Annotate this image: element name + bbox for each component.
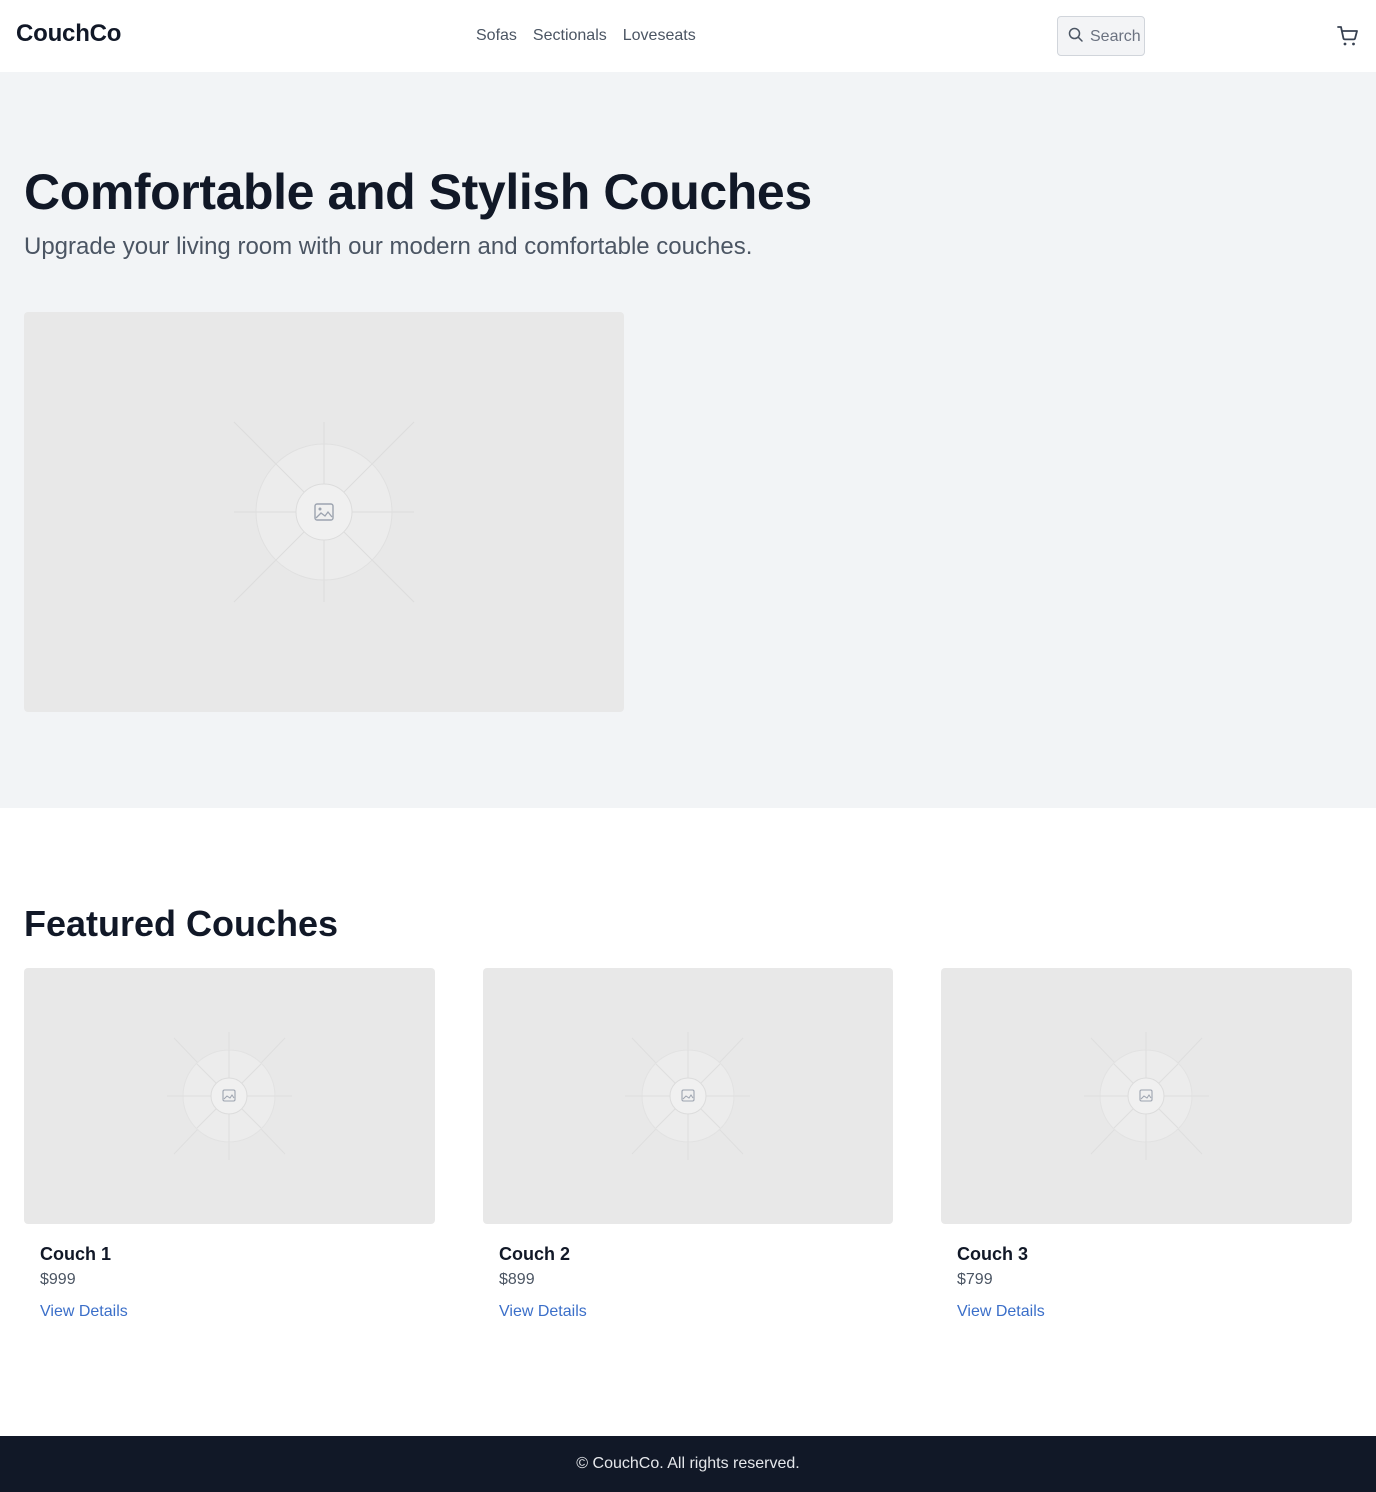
site-footer: © CouchCo. All rights reserved. <box>0 1436 1376 1492</box>
hero-section: Comfortable and Stylish Couches Upgrade … <box>0 72 1376 808</box>
product-card: Couch 1 $999 View Details <box>24 968 435 1338</box>
view-details-link[interactable]: View Details <box>40 1302 128 1322</box>
main-nav: Sofas Sectionals Loveseats <box>476 26 696 46</box>
featured-title: Featured Couches <box>24 903 339 944</box>
search-icon <box>1068 27 1084 43</box>
product-price: $999 <box>40 1271 76 1288</box>
product-name: Couch 3 <box>957 1244 1029 1264</box>
hero-title: Comfortable and Stylish Couches <box>24 164 812 220</box>
footer-copyright: © CouchCo. All rights reserved. <box>576 1455 800 1472</box>
image-placeholder-icon <box>167 1032 292 1160</box>
product-name: Couch 2 <box>499 1244 571 1264</box>
image-placeholder-icon <box>1084 1032 1209 1160</box>
product-image[interactable] <box>24 968 435 1224</box>
product-image[interactable] <box>941 968 1352 1224</box>
product-name: Couch 1 <box>40 1244 112 1264</box>
brand-logo[interactable]: CouchCo <box>16 20 121 48</box>
product-card: Couch 3 $799 View Details <box>941 968 1352 1338</box>
product-price: $899 <box>499 1271 535 1288</box>
product-card: Couch 2 $899 View Details <box>483 968 894 1338</box>
site-header: CouchCo Sofas Sectionals Loveseats <box>0 0 1376 72</box>
view-details-link[interactable]: View Details <box>957 1302 1045 1322</box>
product-price: $799 <box>957 1271 993 1288</box>
nav-link-sectionals[interactable]: Sectionals <box>533 26 607 46</box>
product-image[interactable] <box>483 968 893 1224</box>
hero-subtitle: Upgrade your living room with our modern… <box>24 233 753 260</box>
hero-image <box>24 312 624 712</box>
image-placeholder-icon <box>625 1032 750 1160</box>
search-input[interactable] <box>1090 26 1140 48</box>
nav-link-loveseats[interactable]: Loveseats <box>623 26 696 46</box>
image-placeholder-icon <box>233 421 415 603</box>
search-box[interactable] <box>1057 16 1145 56</box>
view-details-link[interactable]: View Details <box>499 1302 587 1322</box>
nav-link-sofas[interactable]: Sofas <box>476 26 517 46</box>
shopping-cart-icon[interactable] <box>1336 24 1360 48</box>
